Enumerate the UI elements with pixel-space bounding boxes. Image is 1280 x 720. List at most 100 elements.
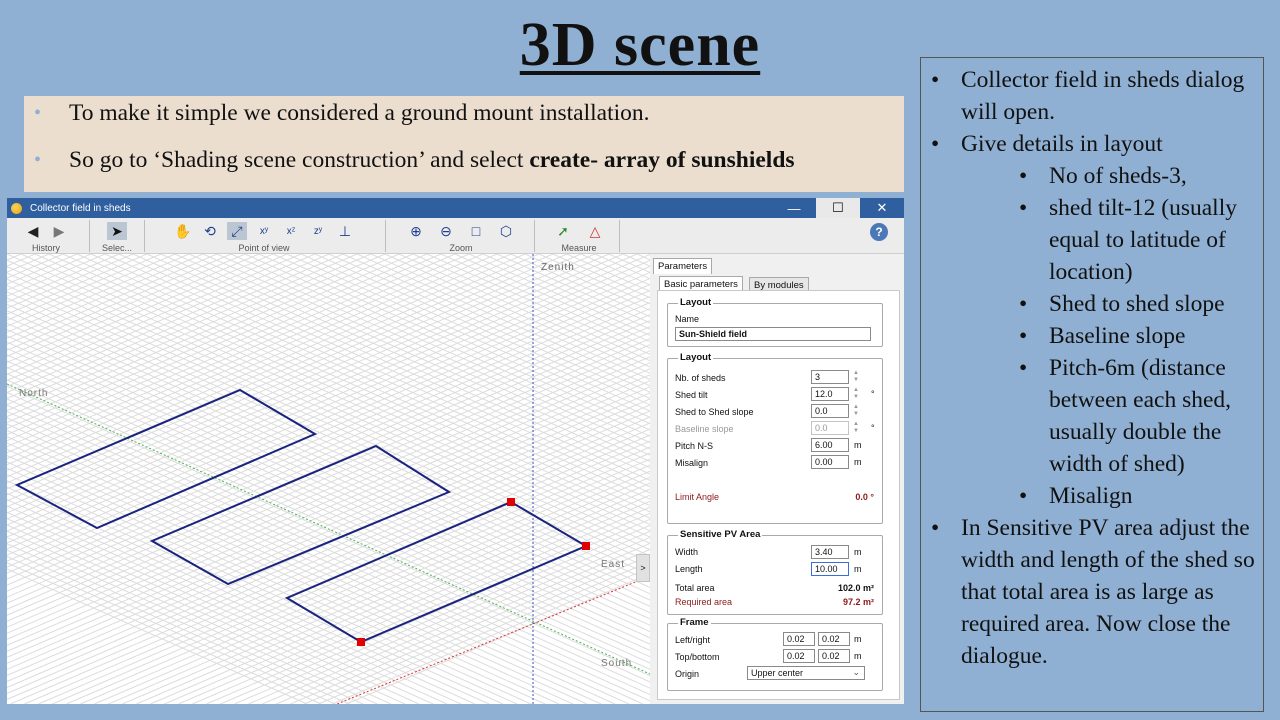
- pitch-field[interactable]: 6.00: [811, 438, 849, 452]
- shed-slope-spinner[interactable]: ▲ ▼: [851, 404, 861, 418]
- nb-sheds-spinner[interactable]: ▲ ▼: [851, 370, 861, 384]
- top-bottom-field-2[interactable]: 0.02: [818, 649, 850, 663]
- grid-line: [286, 254, 650, 418]
- xy-view-icon[interactable]: xʸ: [254, 222, 274, 240]
- grid-line: [7, 398, 650, 689]
- pitch-label: Pitch N-S: [675, 441, 714, 451]
- shed-tilt-field[interactable]: 12.0: [811, 387, 849, 401]
- collector-field-window: Collector field in sheds — ☐ ✕ ◀ ▶ Histo…: [7, 198, 904, 704]
- grid-line: [7, 332, 650, 610]
- grid-line: [7, 308, 650, 586]
- misalign-field[interactable]: 0.00: [811, 455, 849, 469]
- back-arrow-icon[interactable]: ◀: [23, 222, 43, 240]
- intro-text-2: So go to ‘Shading scene construction’ an…: [69, 147, 530, 173]
- grid-line: [7, 254, 568, 496]
- note-sub-bullet: Pitch-6m (distance between each shed, us…: [961, 352, 1257, 480]
- grid-line: [7, 254, 650, 544]
- left-right-field-2[interactable]: 0.02: [818, 632, 850, 646]
- pan-hand-icon[interactable]: ✋: [173, 222, 193, 240]
- measure-angle-icon[interactable]: △: [585, 222, 605, 240]
- nb-sheds-field[interactable]: 3: [811, 370, 849, 384]
- shed-slope-field[interactable]: 0.0: [811, 404, 849, 418]
- grid-line: [370, 254, 650, 381]
- limit-angle-label: Limit Angle: [675, 492, 720, 502]
- grid-line: [7, 277, 650, 556]
- zy-view-icon[interactable]: zʸ: [308, 222, 328, 240]
- origin-dropdown[interactable]: Upper center ⌄: [747, 666, 865, 680]
- intro-text-1: To make it simple we considered a ground…: [69, 100, 650, 126]
- frame-group: Frame Left/right 0.02 0.02 m Top/bottom …: [667, 617, 883, 691]
- north-east-axis: [7, 383, 650, 675]
- window-titlebar[interactable]: Collector field in sheds — ☐ ✕: [7, 198, 904, 218]
- close-button[interactable]: ✕: [860, 198, 904, 218]
- grid-line: [7, 291, 650, 582]
- zoom-in-icon[interactable]: ⊕: [406, 222, 426, 240]
- frame-group-title: Frame: [678, 617, 711, 628]
- grid-line: [7, 356, 650, 634]
- baseline-slope-label: Baseline slope: [675, 424, 734, 434]
- pv-area-group-title: Sensitive PV Area: [678, 529, 763, 540]
- window-title: Collector field in sheds: [30, 202, 131, 214]
- top-view-icon[interactable]: ⊥: [335, 222, 355, 240]
- measure-label: Measure: [561, 243, 597, 253]
- grid-line: [7, 362, 650, 640]
- note-sub-bullet: shed tilt-12 (usually equal to latitude …: [961, 192, 1257, 288]
- grid-line: [7, 303, 650, 595]
- zoom-fit-icon[interactable]: ⬡: [496, 222, 516, 240]
- name-field[interactable]: Sun-Shield field: [675, 327, 871, 341]
- help-icon[interactable]: ?: [870, 223, 888, 241]
- width-field[interactable]: 3.40: [811, 545, 849, 559]
- rotate-view-icon[interactable]: ⟲: [200, 222, 220, 240]
- note-sub-bullet: Baseline slope: [961, 320, 1257, 352]
- axes-view-icon[interactable]: ⤢: [227, 222, 247, 240]
- basic-parameters-sheet: Layout Name Sun-Shield field Layout Nb. …: [657, 290, 900, 700]
- top-bottom-field-1[interactable]: 0.02: [783, 649, 815, 663]
- 3d-viewport[interactable]: Zenith North East South >: [7, 254, 650, 704]
- left-right-field-1[interactable]: 0.02: [783, 632, 815, 646]
- grid-line: [510, 254, 650, 318]
- forward-arrow-icon[interactable]: ▶: [49, 222, 69, 240]
- grid-line: [7, 316, 650, 607]
- grid-line: [7, 329, 650, 620]
- zoom-out-icon[interactable]: ⊖: [436, 222, 456, 240]
- point-of-view-label: Point of view: [238, 243, 290, 253]
- note-sub-bullet: Misalign: [961, 480, 1257, 512]
- grid-line: [552, 254, 650, 299]
- note-bullet: In Sensitive PV area adjust the width an…: [921, 512, 1257, 672]
- xz-view-icon[interactable]: xᶻ: [281, 222, 301, 240]
- maximize-button[interactable]: ☐: [816, 198, 860, 218]
- measure-distance-icon[interactable]: ➚: [553, 222, 573, 240]
- toolbar: ◀ ▶ History ➤ Selec... ✋ ⟲ ⤢ xʸ xᶻ zʸ ⊥ …: [7, 218, 904, 254]
- chevron-down-icon: ⌄: [852, 667, 860, 677]
- grid-line: [7, 416, 650, 695]
- grid-line: [7, 335, 650, 626]
- grid-line: [7, 410, 650, 688]
- app-icon: [11, 202, 22, 214]
- tab-parameters[interactable]: Parameters: [653, 258, 713, 274]
- grid-line: [7, 392, 650, 683]
- shed-handle[interactable]: [507, 498, 515, 506]
- width-unit: m: [854, 547, 862, 557]
- minimize-button[interactable]: —: [772, 198, 816, 218]
- layout-group: Layout Nb. of sheds 3 ▲ ▼ Shed tilt 12.0 …: [667, 352, 883, 524]
- grid-line: [7, 386, 650, 664]
- collapse-panel-button[interactable]: >: [636, 554, 650, 582]
- shed-handle[interactable]: [582, 542, 590, 550]
- length-field[interactable]: 10.00: [811, 562, 849, 576]
- note-sub-bullet: Shed to shed slope: [961, 288, 1257, 320]
- layout-name-group: Layout Name Sun-Shield field: [667, 297, 883, 347]
- grid-line: [7, 254, 624, 520]
- shed-tilt-spinner[interactable]: ▲ ▼: [851, 387, 861, 401]
- zoom-box-icon[interactable]: □: [466, 222, 486, 240]
- grid-line: [7, 259, 650, 551]
- grid-line: [7, 254, 650, 532]
- limit-angle-value: 0.0 °: [855, 492, 874, 502]
- zenith-label: Zenith: [541, 262, 575, 273]
- sensitive-pv-area-group: Sensitive PV Area Width 3.40 m Length 10…: [667, 529, 883, 615]
- grid-line: [7, 373, 650, 664]
- shed-handle[interactable]: [357, 638, 365, 646]
- grid-line: [7, 385, 650, 677]
- select-cursor-icon[interactable]: ➤: [107, 222, 127, 240]
- grid-line: [7, 302, 650, 580]
- note-sub-bullet: No of sheds-3,: [961, 160, 1257, 192]
